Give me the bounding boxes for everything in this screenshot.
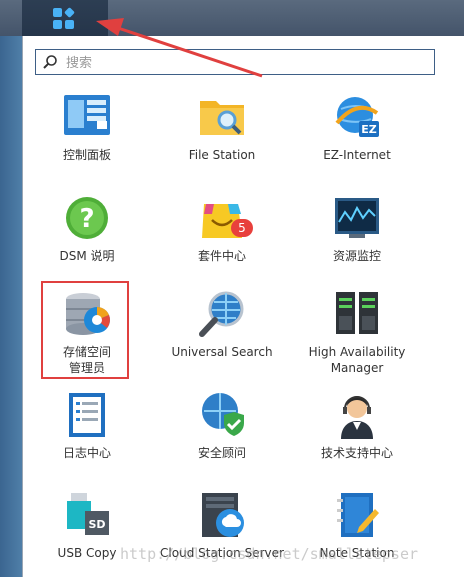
watermark: http://blog.csdn.net/smallstepser <box>120 545 419 563</box>
annotation-arrow-icon <box>96 18 263 78</box>
